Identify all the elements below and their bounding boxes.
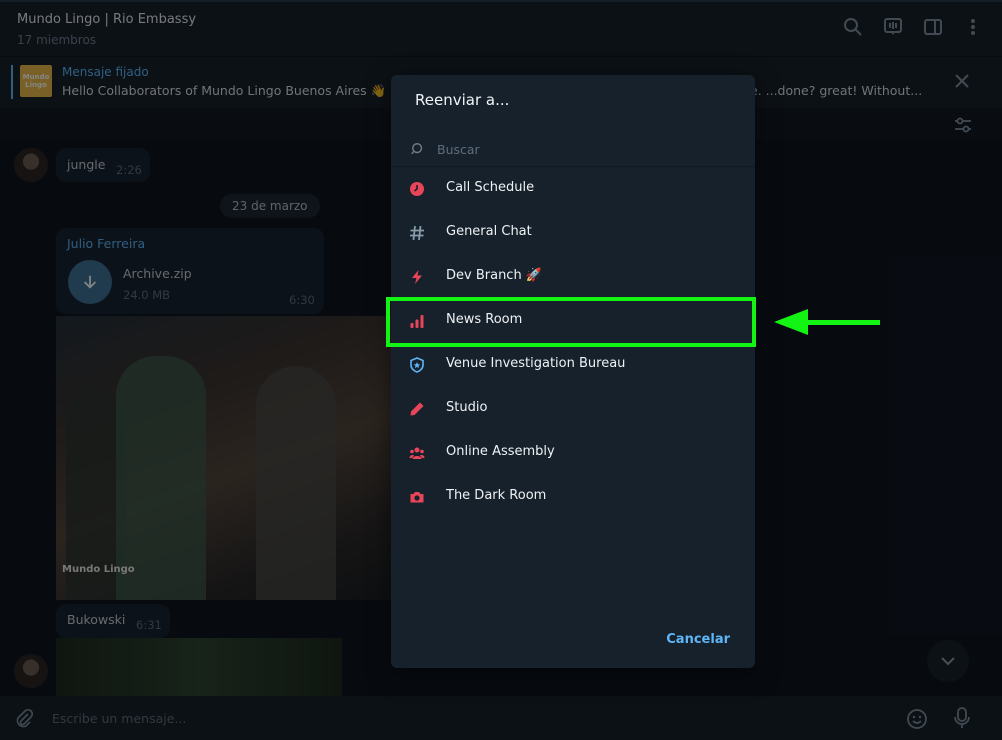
- chat-item-label: Dev Branch 🚀: [446, 268, 543, 283]
- chat-item-label: Online Assembly: [446, 444, 555, 459]
- chat-item-venue-investigation-bureau[interactable]: Venue Investigation Bureau: [391, 343, 755, 387]
- shield-icon: [408, 356, 426, 374]
- clock-icon: [408, 180, 426, 198]
- forward-dialog: Reenviar a... Call Schedule General Chat…: [391, 75, 755, 668]
- bolt-icon: [408, 268, 426, 286]
- cancel-button[interactable]: Cancelar: [666, 632, 730, 647]
- search-icon: [411, 141, 427, 157]
- chat-item-studio[interactable]: Studio: [391, 387, 755, 431]
- hash-icon: [408, 224, 426, 242]
- chat-item-label: Venue Investigation Bureau: [446, 356, 626, 371]
- chat-item-general-chat[interactable]: General Chat: [391, 211, 755, 255]
- chat-item-dev-branch[interactable]: Dev Branch 🚀: [391, 255, 755, 299]
- chat-item-online-assembly[interactable]: Online Assembly: [391, 431, 755, 475]
- dialog-title: Reenviar a...: [415, 91, 510, 109]
- chat-item-label: The Dark Room: [446, 488, 547, 503]
- chat-item-the-dark-room[interactable]: The Dark Room: [391, 475, 755, 519]
- annotation-arrow-head: [774, 309, 808, 335]
- group-icon: [408, 444, 426, 462]
- pencil-icon: [408, 400, 426, 418]
- chat-item-label: General Chat: [446, 224, 532, 239]
- chat-item-call-schedule[interactable]: Call Schedule: [391, 167, 755, 211]
- search-bar: [391, 131, 755, 167]
- annotation-arrow-line: [800, 320, 880, 325]
- chat-item-label: Call Schedule: [446, 180, 535, 195]
- chat-item-label: Studio: [446, 400, 488, 415]
- search-input[interactable]: [437, 137, 737, 161]
- camera-icon: [408, 488, 426, 506]
- highlight-box: [386, 297, 756, 347]
